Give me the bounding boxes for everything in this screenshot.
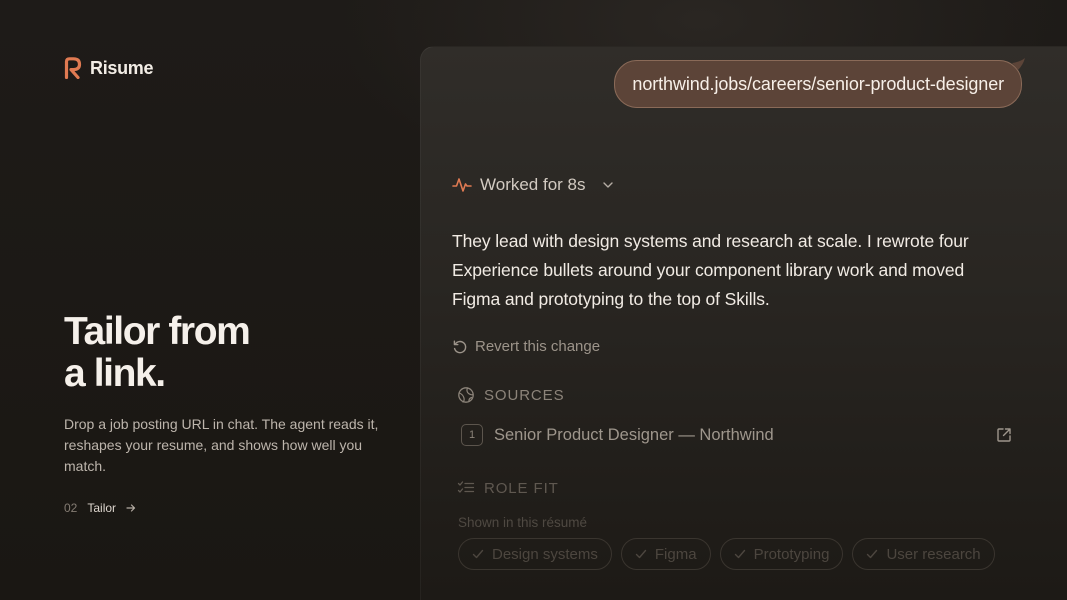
check-icon [867, 549, 878, 559]
arrow-right-icon [126, 504, 136, 512]
role-fit-header: ROLE FIT [457, 479, 559, 497]
external-link-icon[interactable] [995, 426, 1013, 444]
globe-icon [458, 387, 474, 403]
activity-pulse-icon [452, 178, 472, 192]
skill-tag-label: User research [886, 545, 981, 563]
skill-tag-label: Prototyping [753, 545, 830, 563]
role-fit-header-label: ROLE FIT [484, 479, 559, 497]
user-message-text: northwind.jobs/careers/senior-product-de… [632, 73, 1004, 94]
skill-tag[interactable]: Prototyping [719, 538, 844, 570]
assistant-message: They lead with design systems and resear… [452, 231, 969, 309]
page: Risume Tailor from a link. Drop a job po… [0, 0, 1067, 600]
skill-tag-label: Figma [654, 545, 697, 563]
check-icon [635, 549, 647, 559]
skill-tags: Design systems Figma Prototyping User re… [458, 538, 995, 570]
checklist-icon [457, 481, 475, 493]
skill-tag[interactable]: Design systems [458, 538, 612, 570]
undo-icon [453, 340, 467, 353]
shown-in-resume-label: Shown in this résumé [458, 515, 588, 530]
sources-header-label: SOURCES [484, 386, 565, 404]
source-title: Senior Product Designer — Northwind [494, 425, 774, 444]
work-status-text: Worked for 8s [480, 175, 586, 194]
chat-panel: northwind.jobs/careers/senior-product-de… [420, 46, 1067, 600]
hero-title: Tailor from a link. [64, 311, 384, 395]
revert-change-button[interactable]: Revert this change [452, 338, 600, 355]
hero-section: Tailor from a link. Drop a job posting U… [64, 311, 384, 516]
hero-description: Drop a job posting URL in chat. The agen… [64, 416, 379, 474]
skill-tag[interactable]: Figma [620, 538, 711, 570]
source-item[interactable]: 1 Senior Product Designer — Northwind [461, 424, 1013, 446]
chevron-down-icon [602, 182, 613, 188]
risume-logo-icon [64, 57, 82, 79]
sources-header: SOURCES [457, 386, 564, 404]
brand[interactable]: Risume [64, 57, 154, 79]
check-icon [734, 549, 745, 559]
source-index-badge: 1 [461, 424, 483, 446]
skill-tag[interactable]: User research [852, 538, 995, 570]
check-icon [472, 549, 484, 559]
user-message-bubble: northwind.jobs/careers/senior-product-de… [614, 58, 1025, 108]
skill-tag-label: Design systems [492, 545, 598, 563]
brand-name: Risume [90, 57, 154, 78]
hero-title-line-1: Tailor from [64, 310, 251, 353]
revert-label: Revert this change [475, 338, 601, 355]
step-number: 02 [64, 501, 78, 515]
hero-title-line-2: a link. [64, 352, 166, 395]
step-label: Tailor [87, 501, 117, 515]
work-status-toggle[interactable]: Worked for 8s [452, 175, 614, 195]
bubble-tail-icon [1012, 58, 1025, 70]
next-step-link[interactable]: 02 Tailor [64, 501, 384, 515]
